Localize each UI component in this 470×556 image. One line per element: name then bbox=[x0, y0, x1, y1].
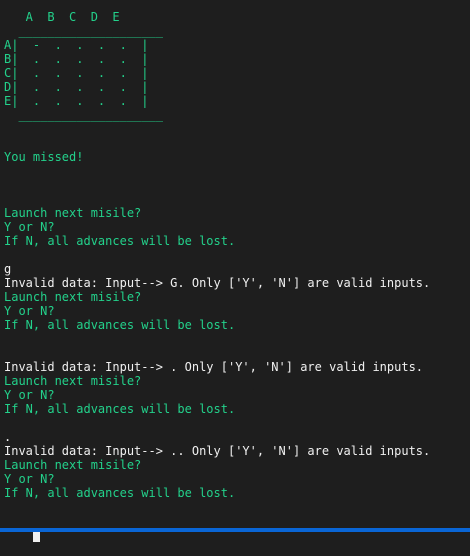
yn-prompt: Y or N? bbox=[4, 220, 55, 234]
user-input-line: g bbox=[4, 262, 12, 276]
launch-prompt: Launch next misile? bbox=[4, 458, 142, 472]
missed-message: You missed! bbox=[4, 150, 84, 164]
board-row-e: E| . . . . . | bbox=[4, 94, 149, 108]
yn-prompt: Y or N? bbox=[4, 388, 55, 402]
error-message: Invalid data: Input--> . Only ['Y', 'N']… bbox=[4, 360, 424, 374]
board-row-d: D| . . . . . | bbox=[4, 80, 149, 94]
board-top-border: ____________________ bbox=[4, 24, 163, 38]
launch-prompt: Launch next misile? bbox=[4, 374, 142, 388]
warning-prompt: If N, all advances will be lost. bbox=[4, 234, 236, 248]
launch-prompt: Launch next misile? bbox=[4, 206, 142, 220]
bottom-status-bar bbox=[0, 528, 470, 532]
user-input-line: . bbox=[4, 430, 12, 444]
warning-prompt: If N, all advances will be lost. bbox=[4, 402, 236, 416]
board-row-b: B| . . . . . | bbox=[4, 52, 149, 66]
yn-prompt: Y or N? bbox=[4, 472, 55, 486]
board-row-c: C| . . . . . | bbox=[4, 66, 149, 80]
launch-prompt: Launch next misile? bbox=[4, 290, 142, 304]
user-input-line bbox=[4, 346, 470, 360]
yn-prompt: Y or N? bbox=[4, 304, 55, 318]
board-row-a: A| - . . . . | bbox=[4, 38, 149, 52]
warning-prompt: If N, all advances will be lost. bbox=[4, 486, 236, 500]
error-message: Invalid data: Input--> G. Only ['Y', 'N'… bbox=[4, 276, 431, 290]
active-input-line[interactable] bbox=[4, 514, 470, 542]
board-bottom-border: ____________________ bbox=[4, 108, 163, 122]
error-message: Invalid data: Input--> .. Only ['Y', 'N'… bbox=[4, 444, 431, 458]
board-column-header: A B C D E bbox=[4, 10, 120, 24]
terminal-output[interactable]: A B C D E ____________________ A| - . . … bbox=[4, 10, 470, 542]
warning-prompt: If N, all advances will be lost. bbox=[4, 318, 236, 332]
